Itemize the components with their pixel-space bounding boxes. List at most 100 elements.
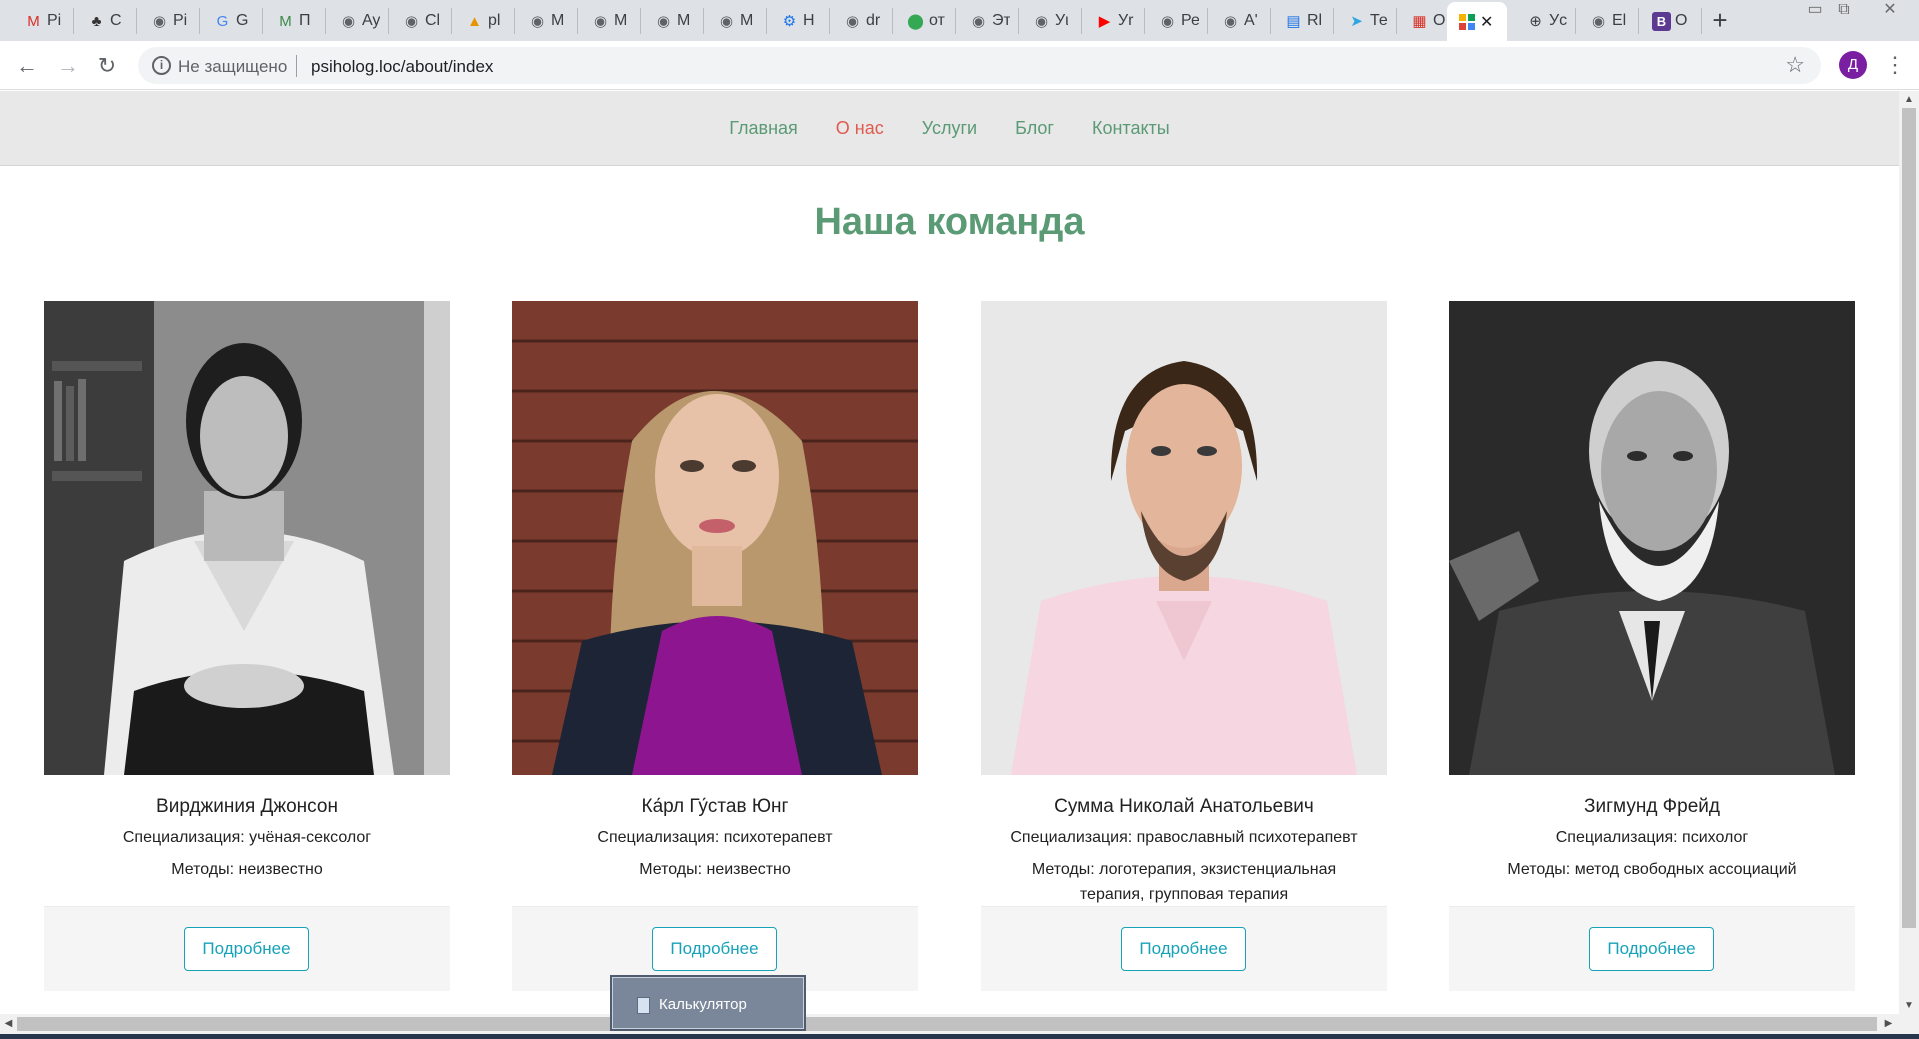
tab-title: Ре (1181, 12, 1199, 29)
browser-tab[interactable]: ◉ M (581, 8, 641, 34)
browser-tab[interactable]: ◉ Pi (140, 8, 200, 34)
m-logo-icon: M (279, 12, 292, 30)
team-member-photo (44, 301, 450, 775)
browser-tab[interactable]: ⊕ Уc (1516, 8, 1576, 34)
browser-tab[interactable]: ◉ Уι (1022, 8, 1082, 34)
browser-tab[interactable]: ▶ Уr (1085, 8, 1145, 34)
gmail-icon: M (27, 12, 40, 30)
maps-pin-icon: ⬤ (907, 13, 924, 30)
nav-link-services[interactable]: Услуги (922, 118, 977, 139)
google-translate-icon: G (216, 12, 229, 30)
browser-tab[interactable]: ⚙ H (770, 8, 830, 34)
security-status[interactable]: Не защищено (178, 57, 287, 77)
team-member-methods: Методы: неизвестно (639, 861, 791, 878)
browser-tab[interactable]: ◉ Ре (1148, 8, 1208, 34)
scroll-down-icon[interactable]: ▼ (1899, 997, 1919, 1014)
details-button[interactable]: Подробнее (1121, 927, 1246, 971)
team-member-photo (981, 301, 1387, 775)
team-member-name: Вирджиния Джонсон (156, 796, 338, 817)
youtube-icon: ▶ (1098, 13, 1111, 30)
tab-title: Ay (362, 12, 380, 29)
browser-tab[interactable]: ◉ Cl (392, 8, 452, 34)
browser-tab[interactable]: ◉ dr (833, 8, 893, 34)
tab-title: Эт (992, 12, 1010, 29)
browser-menu-icon[interactable]: ⋮ (1884, 50, 1906, 80)
nav-link-contacts[interactable]: Контакты (1092, 118, 1170, 139)
team-member-methods: Методы: логотерапия, экзистенциальная те… (1031, 861, 1337, 903)
close-window-icon[interactable]: ✕ (1872, 0, 1908, 22)
tab-title: C (110, 12, 122, 29)
browser-tab[interactable]: BО (1642, 8, 1702, 34)
globe-icon: ◉ (845, 13, 860, 30)
details-button[interactable]: Подробнее (1589, 927, 1714, 971)
card-footer: Подробнее (44, 906, 450, 991)
globe-icon: ◉ (1223, 13, 1238, 30)
browser-tab[interactable]: ➤ Те (1337, 8, 1397, 34)
url-text[interactable]: psiholog.loc/about/index (311, 57, 493, 77)
address-bar[interactable]: i Не защищено psiholog.loc/about/index ☆ (138, 47, 1821, 84)
team-member-specialization: Специализация: психолог (1555, 829, 1749, 846)
nav-link-home[interactable]: Главная (729, 118, 798, 139)
details-button[interactable]: Подробнее (652, 927, 777, 971)
browser-tab[interactable]: ♣ C (77, 8, 137, 34)
nav-link-about[interactable]: О нас (836, 118, 884, 139)
globe-icon: ◉ (593, 13, 608, 30)
back-arrow-icon[interactable]: ← (11, 50, 43, 82)
browser-tab[interactable]: ◉ Эт (959, 8, 1019, 34)
omnibox-divider (296, 55, 297, 77)
card-footer: Подробнее (1449, 906, 1855, 991)
tab-title: Pi (47, 12, 62, 29)
scroll-left-icon[interactable]: ◀ (0, 1014, 17, 1034)
globe-icon: ◉ (404, 13, 419, 30)
globe-icon: ◉ (656, 13, 671, 30)
gear-icon: ⚙ (782, 13, 797, 30)
scroll-thumb-horizontal[interactable] (17, 1017, 1877, 1031)
team-member-name: Зигмунд Фрейд (1584, 796, 1720, 817)
browser-tab[interactable]: ◉ Ay (329, 8, 389, 34)
tab-close-icon[interactable]: ✕ (1480, 12, 1493, 32)
globe-icon: ◉ (1034, 13, 1049, 30)
scroll-thumb[interactable] (1902, 108, 1916, 928)
tab-title: от (929, 12, 945, 29)
browser-tab[interactable]: MП (266, 8, 326, 34)
tab-title: Те (1370, 12, 1388, 29)
browser-tab[interactable]: ◉ M (644, 8, 704, 34)
vertical-scrollbar[interactable]: ▲ ▼ (1899, 91, 1919, 1014)
browser-tab[interactable]: GG (203, 8, 263, 34)
horizontal-scrollbar[interactable]: ◀ ▶ (0, 1014, 1919, 1034)
browser-tab[interactable]: ◉ El (1579, 8, 1639, 34)
browser-tab-active[interactable]: ✕ (1447, 2, 1507, 41)
browser-tab[interactable]: ▲ pl (455, 8, 515, 34)
calculator-icon (637, 997, 650, 1014)
tab-title: dr (866, 12, 881, 29)
doc-icon: ▤ (1286, 13, 1301, 30)
browser-tab[interactable]: ◉ M (518, 8, 578, 34)
browser-toolbar: ← → ↻ i Не защищено psiholog.loc/about/i… (0, 41, 1919, 90)
browser-tab[interactable]: M Pi (14, 8, 74, 34)
browser-tab[interactable]: ▤ Rl (1274, 8, 1334, 34)
profile-avatar[interactable]: Д (1839, 51, 1867, 79)
b-logo-icon: B (1652, 11, 1671, 31)
browser-tab[interactable]: ◉ А' (1211, 8, 1271, 34)
tab-title: M (740, 12, 754, 29)
scroll-right-icon[interactable]: ▶ (1880, 1014, 1897, 1034)
scroll-up-icon[interactable]: ▲ (1899, 91, 1919, 108)
team-member-photo (1449, 301, 1855, 775)
reload-icon[interactable]: ↻ (91, 50, 123, 82)
restore-icon[interactable]: ⧉ (1826, 0, 1862, 22)
info-icon[interactable]: i (152, 56, 171, 75)
tab-title: M (551, 12, 565, 29)
browser-tab[interactable]: ⬤ от (896, 8, 956, 34)
nav-link-blog[interactable]: Блог (1015, 118, 1054, 139)
taskbar-preview-popup[interactable]: Калькулятор (610, 975, 806, 1031)
calculator-label[interactable]: Калькулятор (659, 996, 747, 1013)
team-card: Зигмунд Фрейд Специализация: психолог Ме… (1449, 301, 1855, 882)
details-button[interactable]: Подробнее (184, 927, 309, 971)
tab-title: El (1612, 12, 1627, 29)
tab-title: П (299, 12, 311, 29)
new-tab-button[interactable]: + (1706, 6, 1734, 34)
team-card: Ка́рл Гу́став Юнг Специализация: психоте… (512, 301, 918, 882)
browser-tab[interactable]: ◉ M (707, 8, 767, 34)
bookmark-star-icon[interactable]: ☆ (1785, 52, 1805, 78)
forward-arrow-icon[interactable]: → (52, 50, 84, 82)
